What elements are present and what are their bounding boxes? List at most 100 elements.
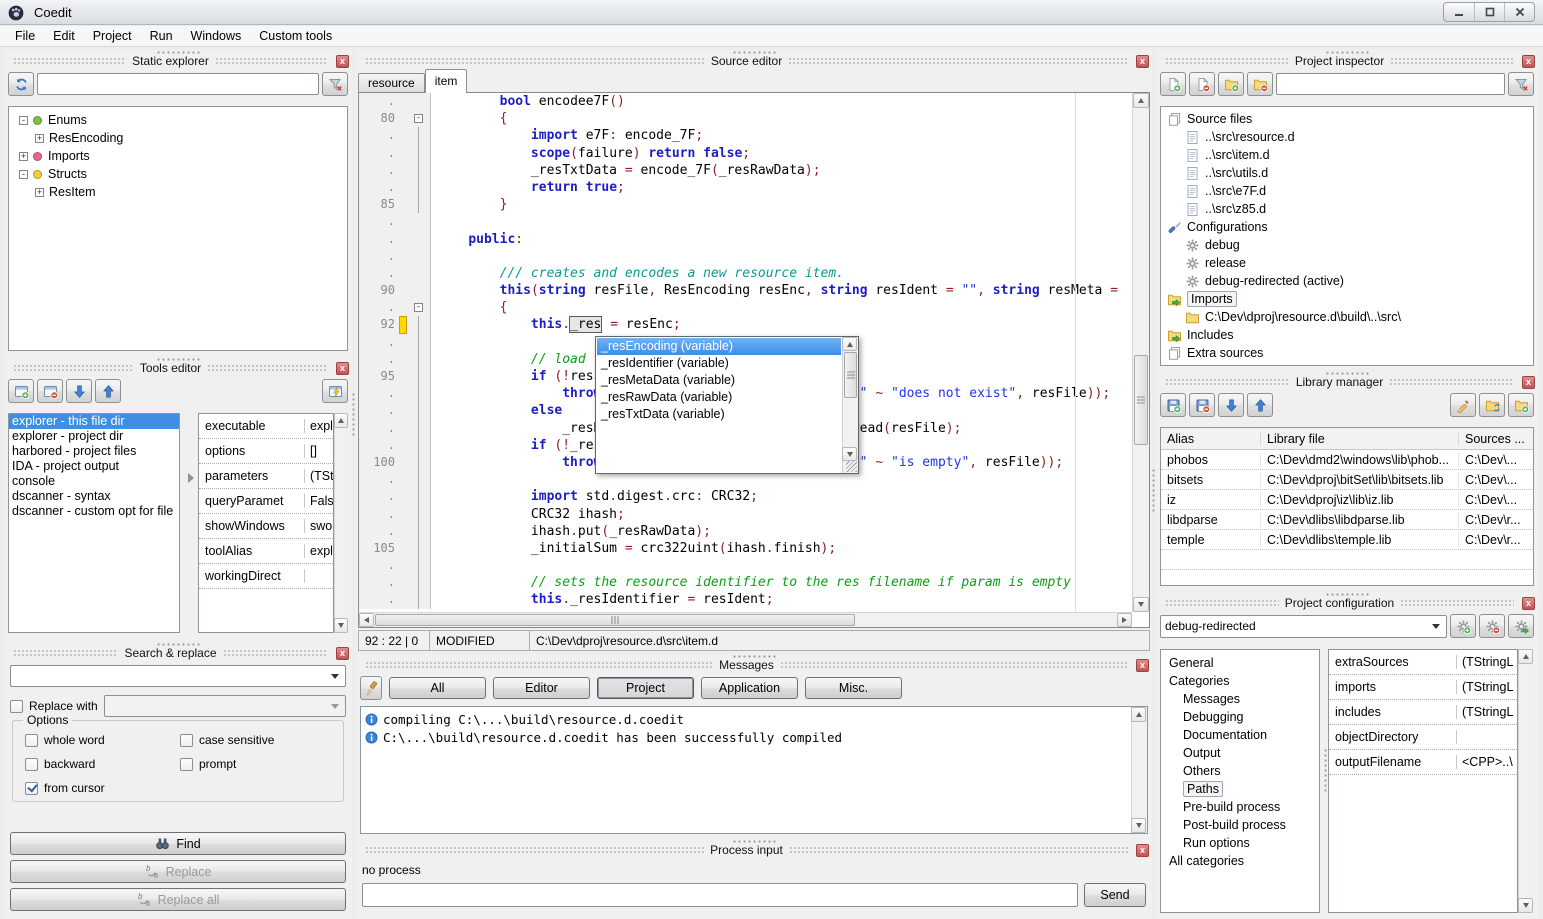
prompt-checkbox[interactable] — [180, 758, 193, 771]
clear-inspector-filter-button[interactable] — [1508, 72, 1534, 96]
property-row[interactable]: workingDirect — [199, 564, 333, 589]
add-library-button[interactable] — [1160, 393, 1186, 417]
remove-library-button[interactable] — [1189, 393, 1215, 417]
code-line[interactable]: . ihash.put(_resRawData); — [359, 523, 1132, 540]
case-sensitive-checkbox[interactable] — [180, 734, 193, 747]
code-text[interactable]: { — [431, 110, 1132, 127]
config-property-value[interactable]: (TStringL — [1457, 680, 1517, 694]
project-tree-row[interactable]: C:\Dev\dproj\resource.d\build\..\src\ — [1163, 308, 1531, 326]
project-tree-row[interactable]: debug — [1163, 236, 1531, 254]
project-tree-row[interactable]: Extra sources — [1163, 344, 1531, 362]
close-panel-icon[interactable]: x — [336, 55, 349, 68]
editor-horizontal-scrollbar[interactable] — [359, 612, 1132, 627]
library-row[interactable]: libdparseC:\Dev\dlibs\libdparse.libC:\De… — [1161, 510, 1533, 530]
code-line[interactable]: . bool encodee7F() — [359, 93, 1132, 110]
grid-scrollbar[interactable] — [334, 413, 348, 633]
property-row[interactable]: executableexplorer — [199, 414, 333, 439]
remove-folder-button[interactable] — [1247, 72, 1273, 96]
menu-file[interactable]: File — [6, 27, 44, 45]
tool-list-item[interactable]: harbored - project files — [9, 444, 179, 459]
code-text[interactable]: this._res = resEnc; — [431, 316, 1132, 333]
remove-config-button[interactable] — [1479, 614, 1505, 638]
replace-with-checkbox[interactable] — [10, 700, 23, 713]
tree-expander-icon[interactable]: + — [19, 152, 28, 161]
project-tree-row[interactable]: ..\src\item.d — [1163, 146, 1531, 164]
code-line[interactable]: 80- { — [359, 110, 1132, 127]
config-property-row[interactable]: includes(TStringL — [1329, 700, 1517, 725]
code-text[interactable]: import std.digest.crc: CRC32; — [431, 488, 1132, 505]
filter-editor-button[interactable]: Editor — [493, 677, 590, 699]
splitter-grip[interactable] — [732, 51, 776, 54]
code-text[interactable] — [431, 248, 1132, 265]
register-project-button[interactable] — [1479, 393, 1505, 417]
config-category-row[interactable]: Pre-build process — [1163, 798, 1317, 816]
menu-custom-tools[interactable]: Custom tools — [250, 27, 341, 45]
code-text[interactable]: scope(failure) return false; — [431, 145, 1132, 162]
whole-word-checkbox[interactable] — [25, 734, 38, 747]
code-text[interactable]: } — [431, 196, 1132, 213]
code-text[interactable]: /// creates and encodes a new resource i… — [431, 265, 1132, 282]
replace-all-button[interactable]: baReplace all — [10, 888, 346, 911]
lib-move-down-button[interactable] — [1218, 393, 1244, 417]
symbol-tree-row[interactable]: +ResItem — [11, 183, 345, 201]
property-value[interactable]: explorer — [305, 419, 333, 433]
completion-item[interactable]: _resRawData (variable) — [597, 389, 841, 406]
splitter-grip[interactable] — [732, 840, 776, 843]
close-panel-icon[interactable]: x — [1522, 55, 1535, 68]
code-line[interactable]: . import e7F: encode_7F; — [359, 127, 1132, 144]
splitter-grip[interactable] — [156, 358, 200, 361]
log-scrollbar[interactable] — [1131, 707, 1147, 833]
code-line[interactable]: . // sets the resource identifier to the… — [359, 574, 1132, 591]
code-line[interactable]: 90 this(string resFile, ResEncoding resE… — [359, 282, 1132, 299]
config-property-value[interactable]: <CPP>..\ — [1457, 755, 1517, 769]
lib-move-up-button[interactable] — [1247, 393, 1273, 417]
config-property-row[interactable]: objectDirectory — [1329, 725, 1517, 750]
close-panel-icon[interactable]: x — [1522, 376, 1535, 389]
log-entry[interactable]: compiling C:\...\build\resource.d.coedit — [361, 710, 1147, 728]
close-panel-icon[interactable]: x — [1522, 597, 1535, 610]
config-category-row[interactable]: Documentation — [1163, 726, 1317, 744]
project-tree-row[interactable]: ..\src\e7F.d — [1163, 182, 1531, 200]
code-line[interactable]: . _resTxtData = encode_7F(_resRawData); — [359, 162, 1132, 179]
config-property-value[interactable]: (TStringL — [1457, 705, 1517, 719]
symbol-filter-input[interactable] — [37, 73, 319, 95]
edit-library-button[interactable] — [1450, 393, 1476, 417]
tool-list-item[interactable]: console — [9, 474, 179, 489]
config-category-row[interactable]: Others — [1163, 762, 1317, 780]
menu-windows[interactable]: Windows — [182, 27, 251, 45]
completion-item[interactable]: _resTxtData (variable) — [597, 406, 841, 423]
find-button[interactable]: Find — [10, 832, 346, 855]
code-line[interactable]: . — [359, 248, 1132, 265]
code-editor[interactable]: . bool encodee7F()80- {. import e7F: enc… — [358, 92, 1150, 628]
tree-expander-icon[interactable]: - — [19, 170, 28, 179]
add-source-button[interactable] — [1160, 72, 1186, 96]
symbol-tree-row[interactable]: +ResEncoding — [11, 129, 345, 147]
library-row[interactable]: izC:\Dev\dproj\iz\lib\iz.libC:\Dev\... — [1161, 490, 1533, 510]
property-row[interactable]: showWindowsswoNone — [199, 514, 333, 539]
completion-item[interactable]: _resMetaData (variable) — [597, 372, 841, 389]
column-splitter[interactable] — [352, 392, 355, 436]
code-text[interactable]: return true; — [431, 179, 1132, 196]
editor-vertical-scrollbar[interactable] — [1132, 93, 1149, 612]
splitter-grip[interactable] — [732, 655, 776, 658]
splitter-grip[interactable] — [156, 51, 200, 54]
code-text[interactable]: // sets the resource identifier to the r… — [431, 574, 1132, 591]
expand-row-icon[interactable] — [188, 473, 194, 483]
popup-scrollbar[interactable] — [842, 337, 858, 473]
process-input-field[interactable] — [362, 883, 1078, 907]
close-button[interactable] — [1504, 3, 1534, 21]
code-line[interactable]: . CRC32 ihash; — [359, 506, 1132, 523]
symbol-tree-row[interactable]: -Structs — [11, 165, 345, 183]
code-line[interactable]: 85 } — [359, 196, 1132, 213]
project-tree-row[interactable]: ..\src\z85.d — [1163, 200, 1531, 218]
tree-expander-icon[interactable]: + — [35, 134, 44, 143]
property-row[interactable]: options[] — [199, 439, 333, 464]
filter-project-button[interactable]: Project — [597, 677, 694, 699]
refresh-button[interactable] — [8, 72, 34, 96]
move-down-button[interactable] — [66, 379, 92, 403]
code-text[interactable]: { — [431, 299, 1132, 316]
config-category-row[interactable]: Messages — [1163, 690, 1317, 708]
tool-list-item[interactable]: dscanner - custom opt for file — [9, 504, 179, 519]
sync-config-button[interactable] — [1508, 614, 1534, 638]
completion-item[interactable]: _resEncoding (variable) — [597, 338, 841, 355]
